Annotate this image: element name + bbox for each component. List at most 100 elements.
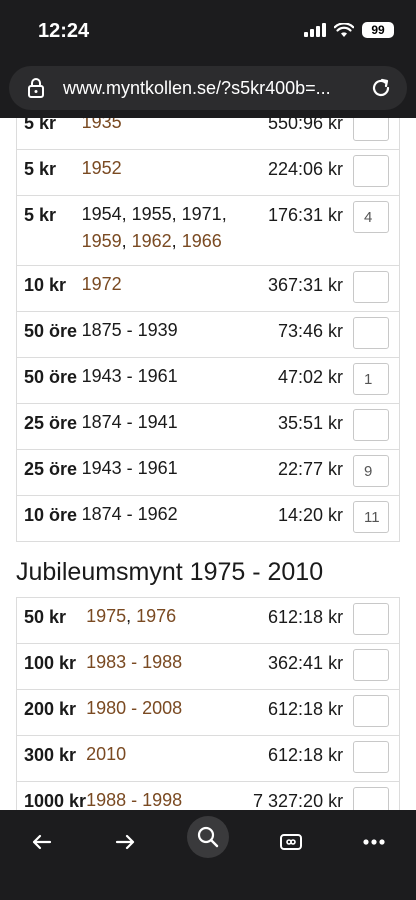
quantity-input[interactable]: [353, 695, 390, 727]
years-cell: 1943 - 1961: [81, 357, 262, 404]
quantity-input[interactable]: [353, 118, 389, 141]
table-row: 10 öre 1874 - 1962 14:20 kr 11: [15, 495, 400, 542]
quantity-input[interactable]: [353, 271, 389, 303]
price-cell: 176:31 kr: [261, 195, 353, 266]
years-cell: 2010: [86, 735, 254, 782]
table-row: 50 kr 1975, 1976 612:18 kr: [16, 597, 401, 644]
quantity-cell: [353, 781, 401, 810]
signal-icon: [304, 23, 326, 37]
quantity-cell: 1: [353, 357, 400, 404]
year-text: 1943 - 1961: [81, 366, 178, 386]
price-cell: 612:18 kr: [253, 735, 354, 782]
quantity-input[interactable]: 1: [353, 363, 389, 395]
lock-icon: [28, 78, 44, 98]
years-cell: 1874 - 1941: [81, 403, 262, 450]
years-cell: 1988 - 1998: [86, 781, 254, 810]
quantity-input[interactable]: 4: [353, 201, 389, 233]
quantity-cell: [353, 311, 400, 358]
table-row: 5 kr 1952 224:06 kr: [15, 149, 400, 196]
quantity-cell: 9: [353, 449, 400, 496]
denomination-cell: 25 öre: [15, 449, 82, 496]
years-cell: 1943 - 1961: [81, 449, 262, 496]
denomination-cell: 1000 kr: [16, 781, 87, 810]
coin-price-table: 5 kr 1935 550:96 kr 5 kr 1952 224:06 kr 5 kr 19…: [15, 118, 400, 542]
denomination-cell: 10 kr: [15, 265, 82, 312]
denomination-cell: 100 kr: [16, 643, 87, 690]
table-row: 100 kr 1983 - 1988 362:41 kr: [16, 643, 401, 690]
year-text: 1875 - 1939: [81, 320, 178, 340]
quantity-input[interactable]: [353, 787, 390, 810]
tabs-button[interactable]: [271, 822, 311, 862]
denomination-cell: 5 kr: [15, 118, 82, 150]
price-cell: 362:41 kr: [253, 643, 354, 690]
year-link[interactable]: 2010: [86, 744, 126, 764]
address-bar[interactable]: www.myntkollen.se/?s5kr400b=...: [9, 66, 407, 110]
price-cell: 22:77 kr: [261, 449, 353, 496]
section-heading: Jubileumsmynt 1975 - 2010: [16, 558, 324, 586]
quantity-input[interactable]: [353, 155, 389, 187]
denomination-cell: 50 öre: [15, 357, 82, 404]
quantity-cell: [353, 403, 400, 450]
price-cell: 612:18 kr: [253, 689, 354, 736]
quantity-input[interactable]: [353, 603, 390, 635]
table-row: 200 kr 1980 - 2008 612:18 kr: [16, 689, 401, 736]
table-row: 50 öre 1875 - 1939 73:46 kr: [15, 311, 400, 358]
denomination-cell: 50 öre: [15, 311, 82, 358]
year-text: 1874 - 1941: [81, 412, 178, 432]
year-text: 1954, 1955, 1971,: [81, 204, 227, 224]
forward-button[interactable]: [105, 822, 145, 862]
reload-icon[interactable]: [369, 76, 393, 100]
table-row: 5 kr 1954, 1955, 1971, 1959, 1962, 1966 176…: [15, 195, 400, 266]
quantity-input[interactable]: 9: [353, 455, 389, 487]
quantity-input[interactable]: [353, 649, 390, 681]
price-cell: 47:02 kr: [261, 357, 353, 404]
price-cell: 73:46 kr: [261, 311, 353, 358]
commemorative-coin-table: 50 kr 1975, 1976 612:18 kr 100 kr 1983 - 198…: [16, 597, 401, 810]
denomination-cell: 25 öre: [15, 403, 82, 450]
years-cell: 1980 - 2008: [86, 689, 254, 736]
quantity-input[interactable]: [353, 409, 389, 441]
table-row: 1000 kr 1988 - 1998 7 327:20 kr: [16, 781, 401, 810]
table-row: 50 öre 1943 - 1961 47:02 kr 1: [15, 357, 400, 404]
year-link[interactable]: 1952: [82, 158, 122, 178]
year-text: ,: [126, 606, 137, 626]
browser-top-bar: 12:24 99 www.myntkollen.se/?s5kr400b=...: [0, 0, 416, 118]
more-button[interactable]: [354, 822, 394, 862]
year-link[interactable]: 1959: [82, 231, 122, 251]
years-cell: 1874 - 1962: [81, 495, 262, 542]
years-cell: 1954, 1955, 1971, 1959, 1962, 1966: [81, 195, 262, 266]
denomination-cell: 10 öre: [15, 495, 82, 542]
back-button[interactable]: [22, 822, 62, 862]
table-row: 5 kr 1935 550:96 kr: [15, 118, 400, 150]
quantity-cell: 11: [353, 495, 400, 542]
year-link[interactable]: 1935: [82, 118, 122, 132]
quantity-cell: [353, 597, 401, 644]
battery-indicator: 99: [362, 22, 394, 38]
quantity-input[interactable]: [353, 741, 390, 773]
quantity-cell: [353, 735, 401, 782]
year-text: ,: [121, 231, 132, 251]
search-button[interactable]: [187, 816, 229, 858]
year-link[interactable]: 1988 - 1998: [86, 790, 182, 810]
year-text: 1874 - 1962: [81, 504, 178, 524]
url-text[interactable]: www.myntkollen.se/?s5kr400b=...: [63, 78, 363, 99]
quantity-cell: [353, 149, 400, 196]
year-link[interactable]: 1962: [132, 231, 172, 251]
year-link[interactable]: 1983 - 1988: [86, 652, 182, 672]
year-link[interactable]: 1972: [82, 274, 122, 294]
year-link[interactable]: 1980 - 2008: [86, 698, 182, 718]
quantity-input[interactable]: 11: [353, 501, 389, 533]
quantity-cell: [353, 265, 400, 312]
price-cell: 550:96 kr: [261, 118, 353, 150]
year-link[interactable]: 1966: [182, 231, 222, 251]
price-cell: 367:31 kr: [261, 265, 353, 312]
year-text: ,: [171, 231, 182, 251]
table-row: 10 kr 1972 367:31 kr: [15, 265, 400, 312]
quantity-input[interactable]: [353, 317, 389, 349]
quantity-cell: 4: [353, 195, 400, 266]
quantity-cell: [353, 689, 401, 736]
denomination-cell: 5 kr: [15, 149, 82, 196]
year-link[interactable]: 1975: [86, 606, 126, 626]
years-cell: 1952: [81, 149, 262, 196]
year-link[interactable]: 1976: [136, 606, 176, 626]
